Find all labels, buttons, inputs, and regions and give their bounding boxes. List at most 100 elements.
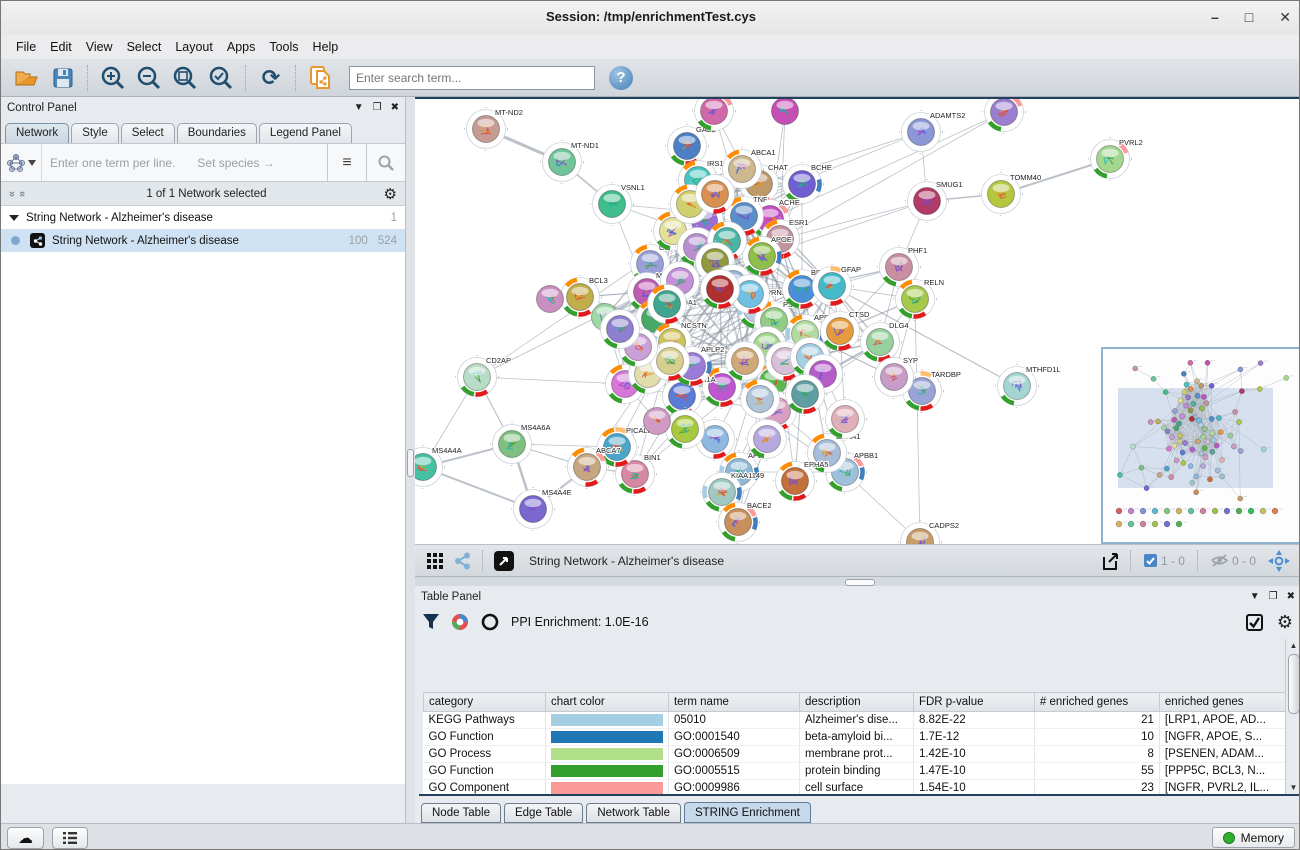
tab-network-table[interactable]: Network Table	[586, 803, 681, 823]
network-collection-row[interactable]: String Network - Alzheimer's disease 1	[1, 206, 405, 229]
menu-help[interactable]: Help	[306, 37, 346, 57]
node-DLG4[interactable]: DLG4	[859, 321, 909, 364]
string-query-input[interactable]: Enter one term per line. Set species →	[42, 144, 327, 181]
table-vscrollbar[interactable]: ▲ ▼	[1285, 639, 1300, 794]
menu-file[interactable]: File	[9, 37, 43, 57]
task-history-button[interactable]	[52, 827, 88, 849]
maximize-icon[interactable]: □	[1245, 7, 1253, 27]
node-EPHA5[interactable]: EPHA5	[774, 460, 829, 503]
panel-close-icon[interactable]: ✖	[391, 102, 399, 113]
expand-all-icon[interactable]: «	[16, 190, 28, 196]
node-VSNL1[interactable]: VSNL1	[591, 183, 645, 226]
help-icon[interactable]: ?	[609, 66, 633, 90]
zoom-fit-icon[interactable]	[168, 63, 202, 93]
scroll-up-icon[interactable]: ▲	[1288, 641, 1299, 650]
table-row[interactable]: GO FunctionGO:0005515protein binding1.47…	[424, 763, 1289, 780]
navigate-compass-icon[interactable]	[1264, 546, 1294, 576]
string-search-icon[interactable]	[366, 144, 405, 181]
close-icon[interactable]: ✕	[1279, 7, 1291, 27]
memory-button[interactable]: Memory	[1212, 827, 1295, 848]
node[interactable]	[983, 99, 1026, 134]
birdseye-toggle-icon[interactable]	[490, 546, 518, 576]
panel-float-icon[interactable]: ❐	[1269, 591, 1278, 602]
tab-select[interactable]: Select	[121, 123, 175, 143]
filter-funnel-icon[interactable]	[423, 614, 439, 630]
column-header[interactable]: # enriched genes	[1034, 693, 1159, 712]
table-row[interactable]: GO ProcessGO:0006509membrane prot...1.42…	[424, 746, 1289, 763]
node-PVRL2[interactable]: PVRL2	[1089, 138, 1143, 181]
panel-menu-icon[interactable]: ▼	[1250, 591, 1260, 602]
tab-style[interactable]: Style	[71, 123, 119, 143]
menu-select[interactable]: Select	[120, 37, 169, 57]
column-header[interactable]: category	[424, 693, 546, 712]
zoom-in-icon[interactable]	[96, 63, 130, 93]
export-network-icon[interactable]	[1096, 546, 1124, 576]
node[interactable]	[772, 99, 799, 125]
string-options-icon[interactable]: ≡	[327, 144, 366, 181]
collapse-triangle-icon[interactable]	[9, 215, 19, 221]
menu-view[interactable]: View	[79, 37, 120, 57]
panel-close-icon[interactable]: ✖	[1287, 591, 1295, 602]
node-MS4A4E[interactable]: MS4A4E	[512, 488, 572, 531]
zoom-selected-icon[interactable]	[204, 63, 238, 93]
tab-network[interactable]: Network	[5, 123, 69, 143]
open-file-icon[interactable]	[10, 63, 44, 93]
enrichment-settings-gear-icon[interactable]: ⚙	[1277, 612, 1293, 633]
clone-network-icon[interactable]	[304, 63, 338, 93]
refresh-icon[interactable]: ⟳	[254, 63, 288, 93]
cloud-tasks-button[interactable]: ☁	[7, 827, 44, 849]
panel-menu-icon[interactable]: ▼	[354, 102, 364, 113]
node-CADPS2[interactable]: CADPS2	[899, 521, 960, 545]
scroll-down-icon[interactable]: ▼	[1288, 783, 1299, 792]
string-protein-query-icon[interactable]	[1, 144, 42, 181]
column-header[interactable]: enriched genes	[1159, 693, 1288, 712]
node[interactable]	[537, 286, 564, 313]
node-ADAMTS2[interactable]: ADAMTS2	[900, 111, 966, 154]
node-SMUG1[interactable]: SMUG1	[906, 180, 963, 223]
tab-boundaries[interactable]: Boundaries	[177, 123, 257, 143]
node-MT-ND2[interactable]: MT-ND2	[465, 108, 523, 151]
splitter-grip[interactable]	[407, 449, 414, 477]
donut-chart-icon[interactable]	[451, 613, 469, 631]
network-canvas[interactable]: MT-ND2MT-ND1VSNL1GAB2ADAMTS2PVRL2TOMM40S…	[415, 97, 1300, 544]
node-MS4A6A[interactable]: MS4A6A	[491, 423, 551, 466]
table-row[interactable]: GO FunctionGO:0001540beta-amyloid bi...1…	[424, 729, 1289, 746]
network-row[interactable]: String Network - Alzheimer's disease 100…	[1, 229, 405, 252]
panel-float-icon[interactable]: ❐	[373, 102, 382, 113]
column-header[interactable]: chart color	[545, 693, 668, 712]
tab-string-enrichment[interactable]: STRING Enrichment	[684, 802, 811, 823]
menu-edit[interactable]: Edit	[43, 37, 79, 57]
menu-apps[interactable]: Apps	[220, 37, 263, 57]
tab-legend-panel[interactable]: Legend Panel	[259, 123, 352, 143]
svg-text:MTHFD1L: MTHFD1L	[1026, 365, 1061, 374]
grid-view-icon[interactable]	[422, 546, 448, 576]
save-session-icon[interactable]	[46, 63, 80, 93]
node-ABCA7[interactable]: ABCA7	[566, 446, 621, 489]
tab-node-table[interactable]: Node Table	[421, 803, 501, 823]
search-input[interactable]	[349, 66, 595, 90]
ring-chart-icon[interactable]	[481, 613, 499, 631]
node-MT-ND1[interactable]: MT-ND1	[541, 141, 599, 184]
menu-tools[interactable]: Tools	[262, 37, 305, 57]
node-CD2AP[interactable]: CD2AP	[456, 356, 512, 399]
scroll-thumb[interactable]	[1288, 654, 1300, 714]
column-header[interactable]: term name	[668, 693, 799, 712]
minimize-icon[interactable]: –	[1211, 7, 1219, 27]
tab-edge-table[interactable]: Edge Table	[504, 803, 583, 823]
column-header[interactable]: description	[800, 693, 914, 712]
birdseye-minimap[interactable]	[1101, 347, 1300, 544]
column-header[interactable]: FDR p-value	[913, 693, 1034, 712]
node-MTHFD1L[interactable]: MTHFD1L	[996, 365, 1061, 408]
node[interactable]	[644, 408, 671, 435]
select-all-checkbox-icon[interactable]	[1246, 614, 1263, 631]
set-species-hint[interactable]: Set species →	[197, 156, 274, 170]
network-options-gear-icon[interactable]: ⚙	[384, 185, 397, 203]
menu-layout[interactable]: Layout	[168, 37, 220, 57]
splitter-grip[interactable]	[845, 579, 875, 586]
table-row[interactable]: GO ComponentGO:0009986cell surface1.54E-…	[424, 780, 1289, 797]
node-TOMM40[interactable]: TOMM40	[980, 173, 1042, 216]
zoom-out-icon[interactable]	[132, 63, 166, 93]
node-MS4A4A[interactable]: MS4A4A	[415, 446, 462, 489]
table-row[interactable]: KEGG Pathways05010Alzheimer's dise...8.8…	[424, 712, 1289, 729]
share-network-icon[interactable]	[450, 546, 476, 576]
